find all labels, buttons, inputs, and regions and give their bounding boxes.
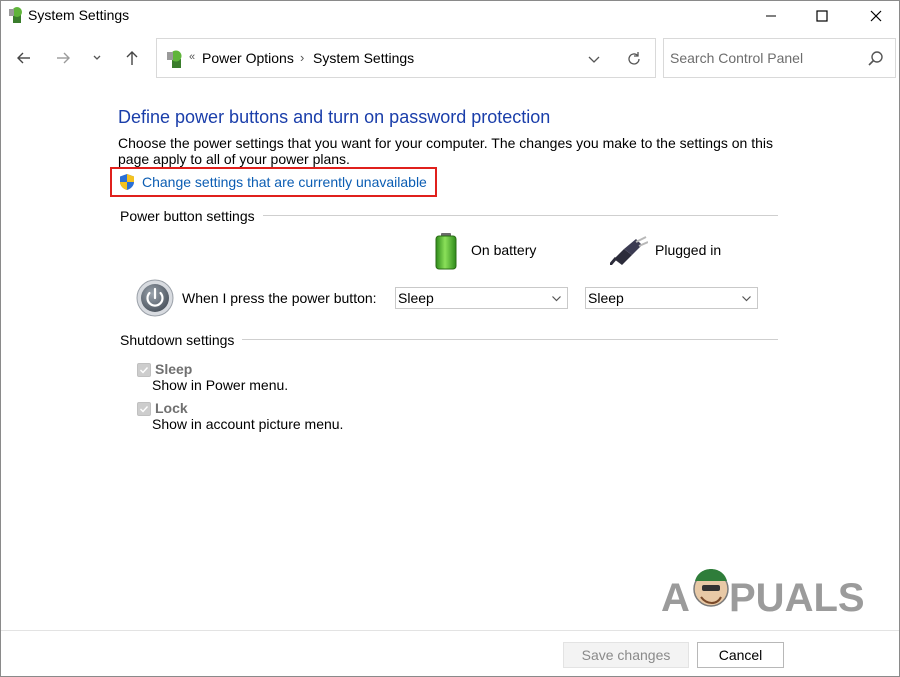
chevron-down-icon (588, 56, 600, 63)
search-input[interactable] (670, 47, 860, 69)
lock-description: Show in account picture menu. (152, 416, 344, 432)
page-description: Choose the power settings that you want … (118, 135, 774, 167)
page-title: Define power buttons and turn on passwor… (118, 107, 551, 127)
save-changes-button[interactable]: Save changes (563, 642, 689, 668)
close-icon (870, 10, 882, 22)
window-title: System Settings (28, 7, 130, 23)
forward-button[interactable] (50, 45, 76, 71)
sleep-checkbox[interactable] (137, 363, 151, 377)
on-battery-power-button-select[interactable]: Sleep (395, 287, 568, 309)
control-panel-icon (167, 50, 182, 68)
plugged-in-column-label: Plugged in (655, 242, 722, 258)
uac-shield-icon (120, 174, 134, 190)
checkmark-icon (140, 367, 149, 374)
refresh-icon (628, 52, 640, 65)
chevron-down-icon (742, 296, 751, 302)
power-button-action-label: When I press the power button: (182, 290, 377, 306)
lock-checkbox-label: Lock (155, 400, 188, 416)
checkmark-icon (140, 406, 149, 413)
svg-text:A: A (661, 576, 690, 619)
refresh-button[interactable] (623, 49, 645, 69)
lock-checkbox[interactable] (137, 402, 151, 416)
power-button-settings-heading: Power button settings (120, 208, 263, 224)
chevron-down-icon (93, 55, 101, 60)
change-settings-link[interactable]: Change settings that are currently unava… (142, 174, 427, 190)
address-bar[interactable]: « Power Options › System Settings (156, 38, 656, 78)
search-box[interactable] (663, 38, 896, 78)
plugged-in-power-button-select[interactable]: Sleep (585, 287, 758, 309)
system-settings-window: System Settings « Power Options › System… (0, 0, 900, 677)
chevron-down-icon (552, 296, 561, 302)
up-button[interactable] (119, 45, 145, 71)
minimize-button[interactable] (748, 1, 794, 31)
address-overflow-separator: « (189, 51, 196, 63)
power-plug-icon (610, 236, 648, 265)
recent-locations-button[interactable] (86, 45, 108, 71)
search-icon[interactable] (867, 50, 885, 68)
svg-text:PUALS: PUALS (729, 576, 865, 619)
minimize-icon (766, 15, 776, 17)
breadcrumb-system-settings[interactable]: System Settings (313, 50, 414, 66)
arrow-right-icon (57, 52, 70, 64)
close-button[interactable] (853, 1, 899, 31)
footer-divider (1, 630, 899, 631)
power-options-icon (9, 7, 22, 23)
shutdown-settings-heading: Shutdown settings (120, 332, 243, 348)
sleep-checkbox-label: Sleep (155, 361, 193, 377)
appuals-watermark-logo: A PUALS (661, 569, 865, 619)
battery-icon (435, 233, 457, 270)
power-button-icon (136, 279, 174, 317)
select-value: Sleep (588, 290, 624, 306)
title-bar: System Settings (1, 1, 899, 31)
address-dropdown-button[interactable] (584, 49, 604, 69)
select-value: Sleep (398, 290, 434, 306)
maximize-icon (816, 10, 828, 22)
arrow-left-icon (17, 52, 30, 64)
sleep-description: Show in Power menu. (152, 377, 289, 393)
breadcrumb-power-options[interactable]: Power Options (202, 50, 294, 66)
back-button[interactable] (11, 45, 37, 71)
maximize-button[interactable] (799, 1, 845, 31)
breadcrumb-separator[interactable]: › (300, 50, 304, 65)
cancel-button[interactable]: Cancel (697, 642, 784, 668)
on-battery-column-label: On battery (471, 242, 537, 258)
arrow-up-icon (126, 51, 138, 65)
